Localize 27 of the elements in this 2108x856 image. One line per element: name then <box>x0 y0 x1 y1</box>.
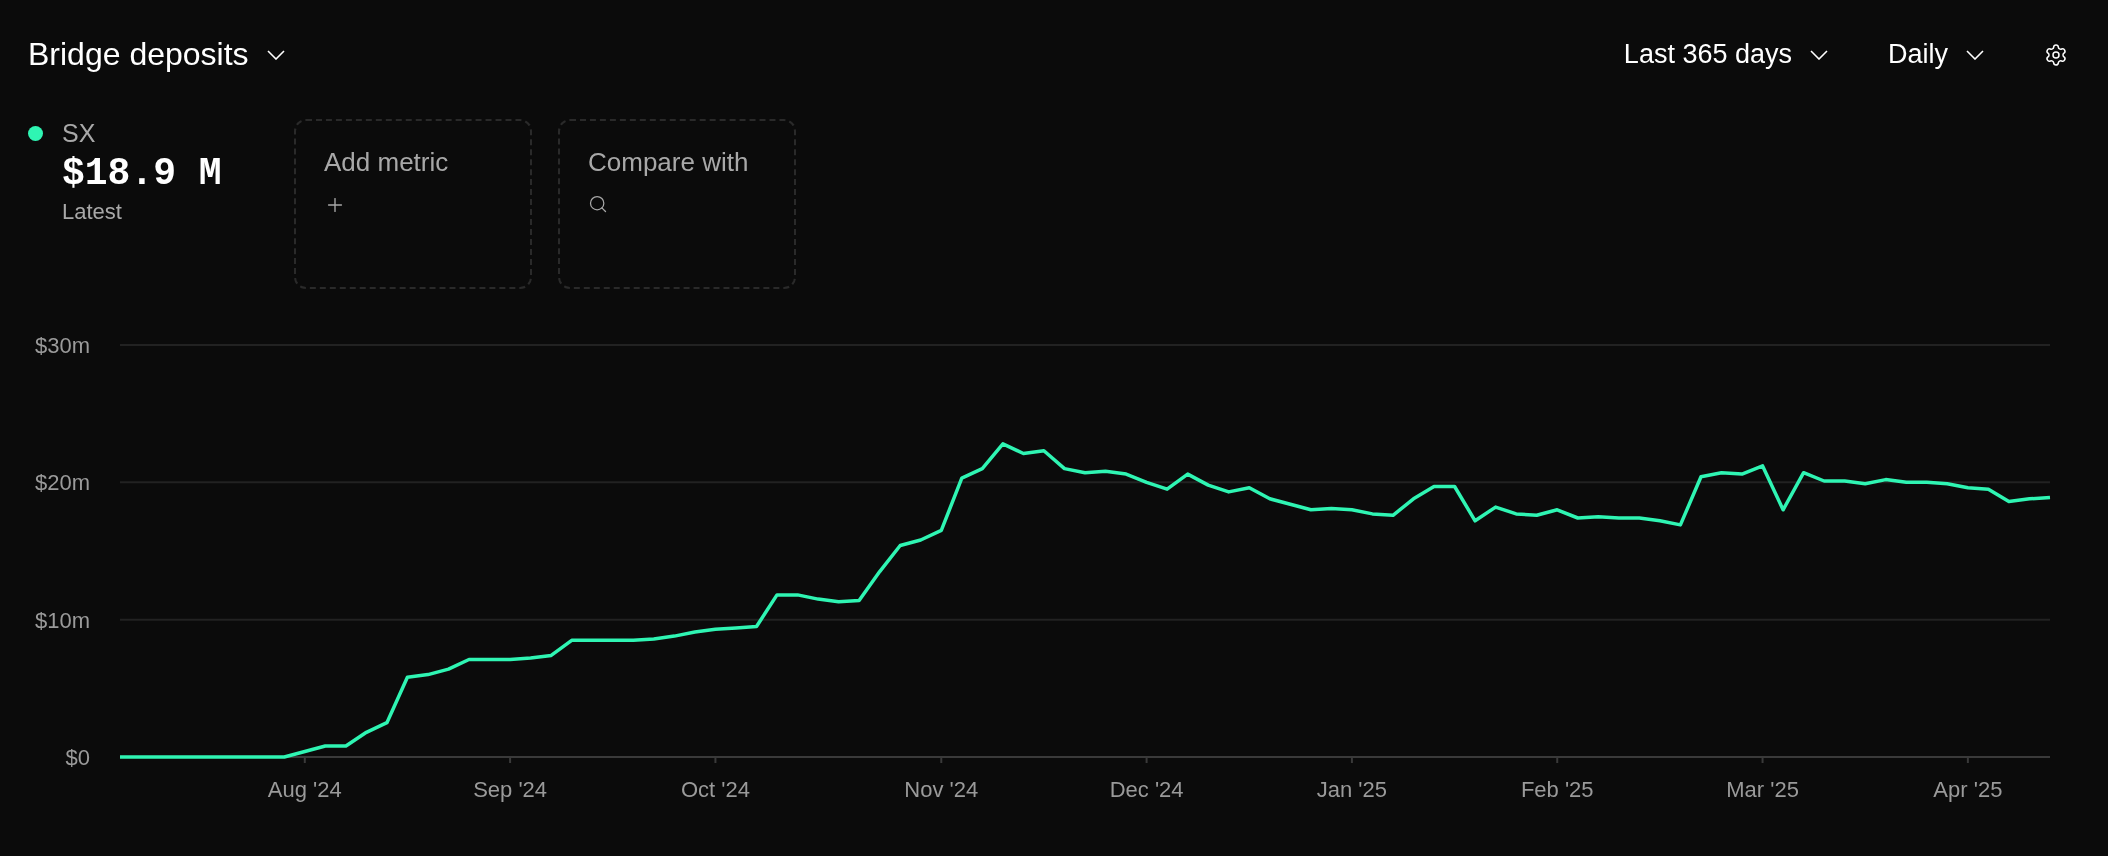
x-axis-label: Aug '24 <box>267 777 342 802</box>
y-axis-label: $30m <box>34 333 90 358</box>
y-axis-label: $20m <box>34 470 90 496</box>
interval-dropdown[interactable]: Daily <box>1888 39 1984 70</box>
x-axis-label: Sep '24 <box>473 777 548 802</box>
action-card[interactable]: Add metric <box>294 119 532 289</box>
chevron-down-icon <box>1810 49 1828 60</box>
x-axis-label: Oct '24 <box>680 777 750 802</box>
x-axis-label: Mar '25 <box>1726 777 1799 802</box>
chevron-down-icon <box>266 49 285 60</box>
metric-dropdown[interactable]: Bridge deposits <box>28 36 285 73</box>
action-card[interactable]: Compare with <box>558 119 796 289</box>
series-name: SX <box>62 119 97 148</box>
x-axis-label: Dec '24 <box>1109 777 1184 802</box>
range-dropdown[interactable]: Last 365 days <box>1623 39 1828 70</box>
settings-button[interactable] <box>2044 42 2068 67</box>
search-icon <box>588 194 608 214</box>
y-axis-label: $10m <box>34 607 90 633</box>
y-axis-label: $0 <box>65 745 90 770</box>
x-axis-label: Apr '25 <box>1933 777 2003 802</box>
latest-value: $18.9 M <box>62 152 223 195</box>
x-axis-label: Feb '25 <box>1520 777 1594 802</box>
chevron-down-icon <box>1966 49 1984 60</box>
x-axis-label: Nov '24 <box>904 777 979 802</box>
x-axis-label: Jan '25 <box>1316 777 1388 802</box>
value-caption: Latest <box>62 199 123 225</box>
settings-icon <box>2044 42 2068 67</box>
